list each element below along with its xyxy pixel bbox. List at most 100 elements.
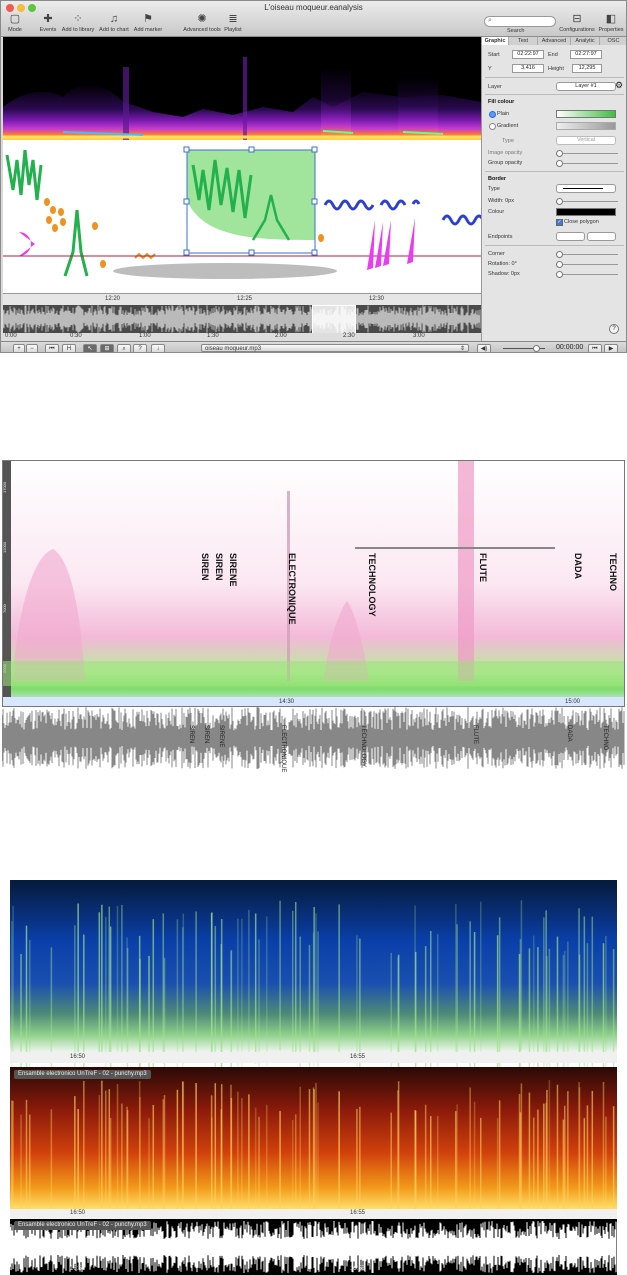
configurations-button[interactable]: ⊟ Configurations xyxy=(559,14,595,34)
time-display: 00:00:00 xyxy=(556,344,584,351)
gradient-radio[interactable] xyxy=(489,123,496,130)
sonogram-figure-2: 17000 12000 7000 2000 SIREN SIREN SIRENE… xyxy=(2,460,625,707)
mode-label: Mode xyxy=(8,27,22,33)
overview-tick-label: 1:30 xyxy=(207,333,219,339)
svg-text:7000: 7000 xyxy=(3,603,7,613)
sonogram-2-tick: 15:00 xyxy=(565,699,581,705)
home-button[interactable]: H xyxy=(62,344,76,352)
tab-advanced[interactable]: Advanced xyxy=(538,37,571,45)
end-endpoint-select[interactable] xyxy=(587,232,616,241)
close-polygon-checkbox[interactable]: ✓ xyxy=(556,219,563,226)
visible-range-selector[interactable] xyxy=(312,305,356,335)
green-flame-shape[interactable] xyxy=(63,209,89,277)
time-ruler-overview: 0:00 0:30 1:00 1:30 2:00 2:30 3:00 xyxy=(3,333,481,341)
add-to-library-button[interactable]: ⁘ Add to library xyxy=(59,14,97,34)
rotation-slider[interactable] xyxy=(556,261,618,268)
height-label: Height xyxy=(548,66,564,72)
chevron-down-icon: ⇕ xyxy=(459,346,465,352)
play-button[interactable]: ▶ xyxy=(604,344,618,352)
mode-icon: ▢ xyxy=(9,13,21,25)
svg-text:12000: 12000 xyxy=(3,541,7,553)
rewind-button[interactable]: ⏮ xyxy=(45,344,59,352)
layer-select[interactable]: Layer #1 xyxy=(556,82,616,91)
add-to-library-label: Add to library xyxy=(61,27,95,33)
tab-analytic[interactable]: Analytic xyxy=(571,37,600,45)
add-marker-button[interactable]: ⚑ Add marker xyxy=(131,14,165,34)
zoom-in-button[interactable]: + xyxy=(13,344,25,352)
sonogram-label: TECHNO xyxy=(608,553,618,591)
sonogram-figure-3: 16:50 16:55 Ensamble electronico UnTreF … xyxy=(10,880,617,1275)
add-to-chart-button[interactable]: ♫ Add to chart xyxy=(97,14,131,34)
gradient-swatch[interactable] xyxy=(556,122,616,130)
shadow-slider[interactable] xyxy=(556,271,618,278)
fill-colour-title: Fill colour xyxy=(488,99,515,105)
zoom-tool-button[interactable]: ⌕ xyxy=(117,344,131,352)
events-button[interactable]: ✚ Events xyxy=(37,14,59,34)
tab-graphic[interactable]: Graphic xyxy=(482,37,509,45)
grey-ellipse-shape[interactable] xyxy=(113,263,337,279)
playlist-button[interactable]: ≣ Playlist xyxy=(221,14,245,34)
settings-gear-icon[interactable]: ⚙ xyxy=(615,80,623,91)
tab-text[interactable]: Text xyxy=(509,37,538,45)
annotation-canvas[interactable] xyxy=(3,140,485,293)
mode-button[interactable]: ▢ Mode xyxy=(4,13,26,34)
file-select[interactable]: oiseau moqueur.mp3 ⇕ xyxy=(201,344,469,352)
start-field[interactable]: 02:22:97 xyxy=(512,50,544,59)
plain-colour-swatch[interactable] xyxy=(556,110,616,118)
ruler-tick-label: 12:20 xyxy=(105,296,121,302)
layer-label: Layer xyxy=(488,84,502,90)
y-field[interactable]: 3,416 xyxy=(512,64,544,73)
overview-tick-label: 0:00 xyxy=(5,333,17,339)
zoom-out-button[interactable]: − xyxy=(26,344,38,352)
close-polygon-label: Close polygon xyxy=(564,219,599,225)
pointer-tool-button[interactable]: ↖ xyxy=(83,344,97,352)
overview-waveform[interactable] xyxy=(2,305,481,335)
volume-slider[interactable] xyxy=(503,345,545,352)
height-field[interactable]: 12,295 xyxy=(572,64,602,73)
overview-waveform-image xyxy=(2,305,481,333)
volume-icon[interactable]: ◀) xyxy=(477,344,491,352)
group-opacity-slider[interactable] xyxy=(556,160,618,167)
help-button[interactable]: ? xyxy=(609,324,619,334)
properties-label: Properties xyxy=(598,27,624,33)
image-opacity-slider[interactable] xyxy=(556,150,618,157)
tab-osc[interactable]: OSC xyxy=(600,37,626,45)
help-tool-button[interactable]: ? xyxy=(133,344,147,352)
add-marker-label: Add marker xyxy=(133,27,163,33)
type-select[interactable]: Vertical xyxy=(556,136,616,145)
end-field[interactable]: 02:27:97 xyxy=(570,50,602,59)
magenta-shape[interactable] xyxy=(19,232,35,256)
search-input[interactable]: ⌕ xyxy=(484,16,556,27)
properties-button[interactable]: ◧ Properties xyxy=(597,14,625,34)
border-colour-swatch[interactable] xyxy=(556,208,616,216)
download-button[interactable]: ↓ xyxy=(151,344,165,352)
border-width-slider[interactable] xyxy=(556,198,618,205)
start-label: Start xyxy=(488,52,500,58)
overview-tick-label: 0:30 xyxy=(70,333,82,339)
divider xyxy=(485,171,624,172)
waveform-label: TECHNOLOGY xyxy=(360,725,366,768)
corner-slider[interactable] xyxy=(556,251,618,258)
sonogram-label: TECHNOLOGY xyxy=(367,553,377,617)
magenta-spikes-shape[interactable] xyxy=(367,218,415,270)
skip-back-button[interactable]: ⏮ xyxy=(588,344,602,352)
green-scribble-shape[interactable] xyxy=(5,149,43,201)
sonogram-3-tick: 16:55 xyxy=(350,1210,366,1216)
search-icon: ⌕ xyxy=(488,17,492,24)
waveform-label: TECHNO xyxy=(602,725,608,751)
configurations-label: Configurations xyxy=(559,27,595,33)
sonogram-label: DADA xyxy=(573,553,583,579)
plain-radio[interactable] xyxy=(489,111,496,118)
spectrogram-view[interactable] xyxy=(3,37,481,140)
file-name: oiseau moqueur.mp3 xyxy=(205,346,262,352)
waveform-label: DADA xyxy=(566,725,572,742)
blue-wave-shape[interactable] xyxy=(323,199,375,211)
advanced-tools-button[interactable]: ✺ Advanced tools xyxy=(181,14,223,34)
border-type-select[interactable] xyxy=(556,184,616,193)
start-endpoint-select[interactable] xyxy=(556,232,585,241)
divider xyxy=(485,77,624,78)
sonogram-3-tick: 16:50 xyxy=(70,1210,86,1216)
waveform-label: SIREN xyxy=(188,725,194,744)
colour-label: Colour xyxy=(488,209,505,215)
grid-tool-button[interactable]: ⊞ xyxy=(100,344,114,352)
